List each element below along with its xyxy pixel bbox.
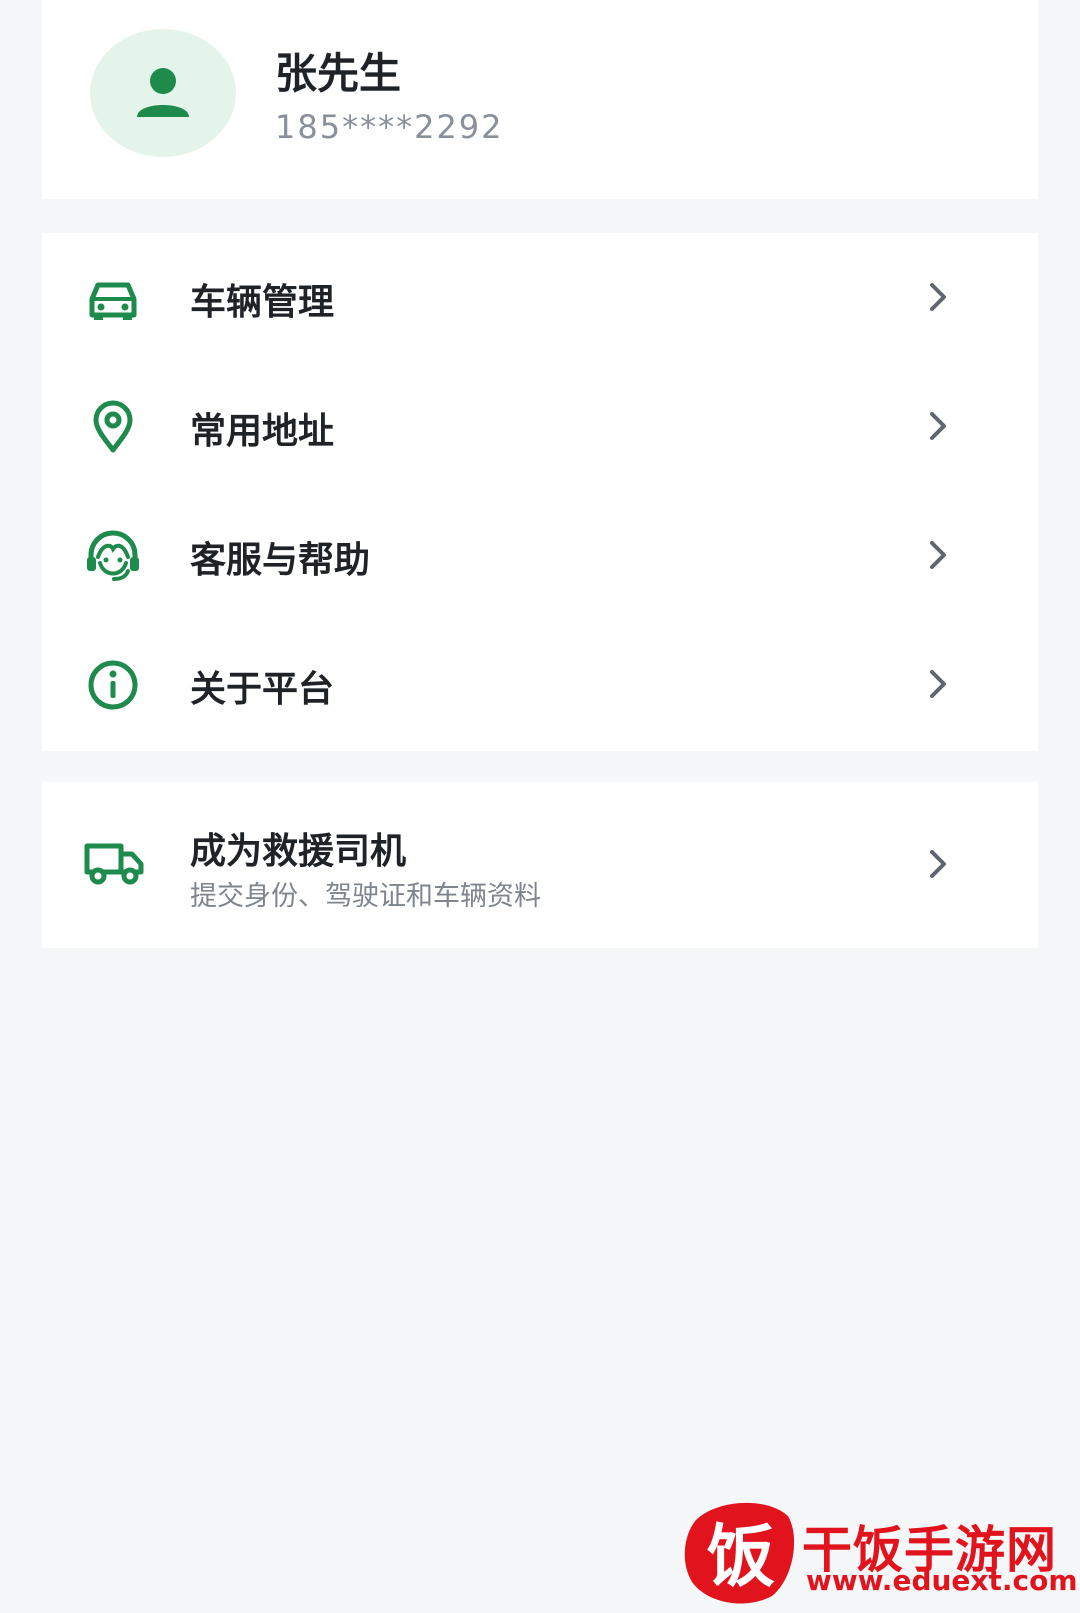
truck-icon: [84, 843, 144, 885]
menu-card: 车辆管理 常用地址 客服与帮助 关于平台: [42, 233, 1038, 751]
user-phone: 185****2292: [275, 108, 504, 146]
location-pin-icon: [93, 400, 133, 453]
rescue-driver-subtitle: 提交身份、驾驶证和车辆资料: [190, 881, 541, 912]
menu-item-label: 客服与帮助: [190, 540, 371, 581]
menu-item-common-address[interactable]: 常用地址: [42, 362, 1038, 491]
user-name: 张先生: [275, 49, 402, 98]
user-icon: [137, 68, 189, 117]
chevron-right-icon: [930, 850, 946, 878]
info-icon: [88, 660, 138, 710]
menu-item-label: 关于平台: [190, 669, 335, 710]
car-icon: [89, 282, 137, 320]
menu-item-about-platform[interactable]: 关于平台: [42, 620, 1038, 749]
chevron-right-icon: [930, 670, 946, 698]
watermark-url: www.eduext.com: [806, 1564, 1078, 1597]
menu-item-customer-service[interactable]: 客服与帮助: [42, 491, 1038, 620]
menu-item-label: 常用地址: [190, 411, 335, 452]
svg-text:饭: 饭: [707, 1518, 775, 1597]
menu-item-vehicle-management[interactable]: 车辆管理: [42, 233, 1038, 362]
watermark-logo: 饭: [684, 1502, 795, 1604]
watermark: 饭 干饭手游网 www.eduext.com: [682, 1500, 1078, 1606]
avatar[interactable]: [90, 29, 236, 157]
chevron-right-icon: [930, 283, 946, 311]
become-rescue-driver-card[interactable]: 成为救援司机 提交身份、驾驶证和车辆资料: [42, 782, 1038, 948]
menu-item-label: 车辆管理: [190, 282, 335, 323]
chevron-right-icon: [930, 541, 946, 569]
chevron-right-icon: [930, 412, 946, 440]
rescue-driver-title: 成为救援司机: [190, 831, 407, 872]
profile-card[interactable]: 张先生 185****2292: [42, 0, 1038, 199]
headset-icon: [87, 530, 139, 581]
